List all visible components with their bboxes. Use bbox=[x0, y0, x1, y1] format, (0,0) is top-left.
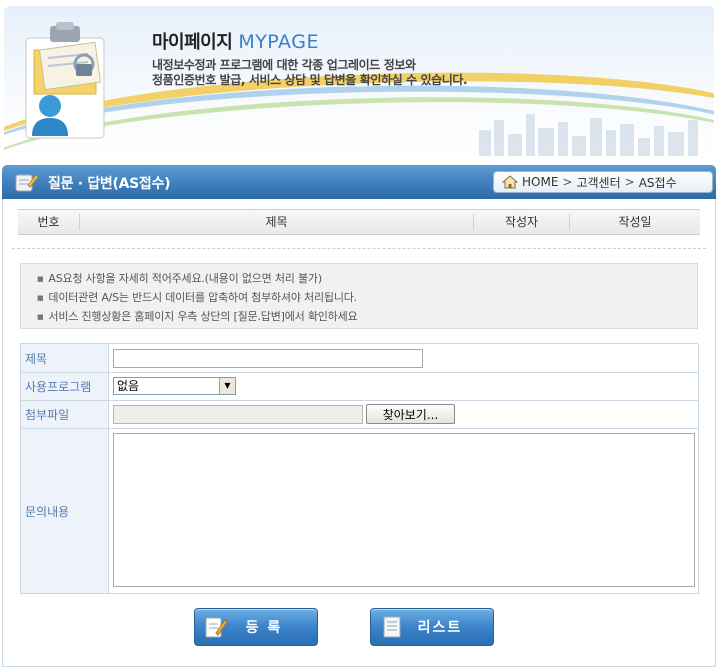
section-title: 질문 · 답변(AS접수) bbox=[48, 176, 171, 192]
banner-desc-line: 내정보수정과 프로그램에 대한 각종 업그레이드 정보와 bbox=[152, 58, 416, 72]
form-row-attachment: 첨부파일 찾아보기... bbox=[21, 401, 699, 429]
notice-box: AS요청 사항을 자세히 적어주세요.(내용이 없으면 처리 불가) 데이터관련… bbox=[20, 263, 698, 329]
pencil-note-icon bbox=[205, 617, 227, 638]
browse-button[interactable]: 찾아보기... bbox=[366, 404, 455, 424]
list-table-header: 번호 제목 작성자 작성일 bbox=[18, 209, 700, 235]
banner-desc-line: 정품인증번호 발급, 서비스 상담 및 답변을 확인하실 수 있습니다. bbox=[152, 73, 468, 87]
register-button-label: 등 록 bbox=[245, 620, 283, 636]
register-button[interactable]: 등 록 bbox=[194, 608, 318, 646]
breadcrumb-customer-center[interactable]: 고객센터 bbox=[576, 174, 620, 191]
document-list-icon bbox=[383, 616, 401, 638]
attachment-path-field[interactable] bbox=[113, 405, 363, 424]
chevron-down-icon[interactable]: ▼ bbox=[219, 378, 235, 394]
breadcrumb: HOME > 고객센터 > AS접수 bbox=[493, 171, 713, 193]
form-row-content: 문의내용 bbox=[21, 429, 699, 594]
home-icon bbox=[502, 175, 518, 189]
page-title-en: MYPAGE bbox=[238, 31, 319, 53]
program-label: 사용프로그램 bbox=[21, 373, 109, 400]
page-title: 마이페이지 bbox=[152, 32, 233, 53]
notice-item: 데이터관련 A/S는 반드시 데이터를 압축하여 첨부하셔야 처리됩니다. bbox=[37, 289, 697, 308]
form-row-subject: 제목 bbox=[21, 344, 699, 373]
column-header-number: 번호 bbox=[18, 214, 80, 230]
column-header-subject: 제목 bbox=[80, 214, 474, 230]
column-header-date: 작성일 bbox=[618, 215, 652, 229]
clipboard-user-icon bbox=[25, 22, 105, 139]
banner-description: 내정보수정과 프로그램에 대한 각종 업그레이드 정보와 정품인증번호 발급, … bbox=[152, 58, 468, 88]
attachment-label: 첨부파일 bbox=[21, 401, 109, 428]
content-label: 문의내용 bbox=[21, 429, 109, 593]
note-pencil-icon bbox=[15, 174, 38, 192]
notice-item: 서비스 진행상황은 홈페이지 우측 상단의 [질문.답변]에서 확인하세요 bbox=[37, 308, 697, 327]
breadcrumb-home[interactable]: HOME bbox=[522, 175, 558, 189]
banner-text: 마이페이지 MYPAGE 내정보수정과 프로그램에 대한 각종 업그레이드 정보와… bbox=[152, 28, 468, 88]
list-button[interactable]: 리스트 bbox=[370, 608, 494, 646]
breadcrumb-separator: > bbox=[624, 175, 635, 189]
section-titlebar: 질문 · 답변(AS접수) HOME > 고객센터 > AS접수 bbox=[2, 165, 716, 199]
breadcrumb-current: AS접수 bbox=[638, 175, 677, 190]
program-select[interactable]: 없음 ▼ bbox=[113, 377, 236, 395]
column-header-author: 작성자 bbox=[474, 214, 570, 230]
subject-label: 제목 bbox=[21, 344, 109, 372]
content-textarea[interactable] bbox=[113, 433, 695, 587]
mypage-banner: 마이페이지 MYPAGE 내정보수정과 프로그램에 대한 각종 업그레이드 정보와… bbox=[4, 6, 714, 156]
list-button-label: 리스트 bbox=[417, 620, 463, 636]
form-row-program: 사용프로그램 없음 ▼ bbox=[21, 373, 699, 401]
notice-item: AS요청 사항을 자세히 적어주세요.(내용이 없으면 처리 불가) bbox=[37, 270, 697, 289]
as-request-form: 제목 사용프로그램 없음 ▼ 첨부파일 찾아보기... 문의내용 bbox=[20, 343, 699, 594]
subject-input[interactable] bbox=[113, 349, 423, 368]
city-skyline-decor bbox=[479, 114, 698, 156]
program-selected-value: 없음 bbox=[117, 379, 140, 393]
divider bbox=[12, 248, 706, 249]
breadcrumb-separator: > bbox=[562, 175, 573, 189]
